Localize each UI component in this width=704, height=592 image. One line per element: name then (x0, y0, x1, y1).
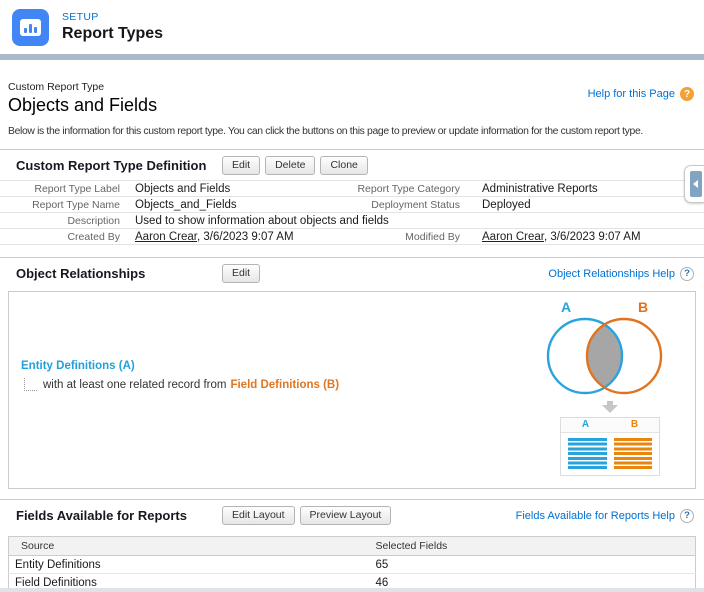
tree-connector-icon (24, 378, 37, 391)
joined-table-icon: A B (560, 417, 660, 476)
report-types-setup-page: SETUP Report Types Custom Report Type Ob… (0, 0, 704, 592)
mini-table-rows-b (614, 438, 653, 469)
collapse-sidebar-tab[interactable] (684, 165, 704, 203)
footer-strip (0, 588, 704, 592)
report-type-name-value: Objects_and_Fields (128, 199, 334, 211)
deployment-status-label: Deployment Status (334, 199, 468, 211)
down-arrow-icon (602, 401, 618, 413)
created-by-user-link[interactable]: Aaron Crear (135, 231, 197, 243)
column-header-source: Source (9, 537, 364, 556)
object-relationships-help-link[interactable]: Object Relationships Help (548, 268, 675, 280)
report-types-icon (12, 9, 49, 46)
detail-row-label: Report Type Label Objects and Fields Rep… (0, 181, 704, 197)
modified-by-label: Modified By (334, 231, 468, 243)
question-icon[interactable]: ? (680, 267, 694, 281)
relation-text: with at least one related record from (43, 379, 226, 391)
edit-layout-button[interactable]: Edit Layout (222, 506, 295, 525)
report-type-label-value: Objects and Fields (128, 183, 334, 195)
help-question-icon[interactable]: ? (680, 87, 694, 101)
selected-fields-cell: 65 (364, 556, 696, 574)
description-label: Description (0, 215, 128, 227)
app-header: SETUP Report Types (0, 0, 704, 54)
report-type-category-value: Administrative Reports (468, 183, 704, 195)
page-head: Custom Report Type Objects and Fields He… (0, 60, 704, 116)
modified-by-date: , 3/6/2023 9:07 AM (544, 231, 641, 243)
venn-illustration: A B A B (535, 294, 685, 476)
definition-section: Custom Report Type Definition Edit Delet… (0, 149, 704, 245)
intro-text: Below is the information for this custom… (0, 126, 704, 137)
delete-button[interactable]: Delete (265, 156, 315, 175)
mini-table-label-a: A (561, 418, 610, 432)
modified-by-value: Aaron Crear, 3/6/2023 9:07 AM (468, 231, 704, 243)
object-relationships-title: Object Relationships (16, 266, 222, 281)
created-by-label: Created By (0, 231, 128, 243)
venn-label-b: B (638, 299, 648, 315)
mini-table-rows-a (568, 438, 607, 469)
created-by-date: , 3/6/2023 9:07 AM (197, 231, 294, 243)
detail-row-description: Description Used to show information abo… (0, 213, 704, 229)
fields-available-help-link[interactable]: Fields Available for Reports Help (516, 510, 675, 522)
report-type-label-label: Report Type Label (0, 183, 128, 195)
setup-eyebrow: SETUP (62, 11, 163, 23)
relationships-edit-button[interactable]: Edit (222, 264, 260, 283)
clone-button[interactable]: Clone (320, 156, 367, 175)
fields-available-title: Fields Available for Reports (16, 508, 222, 523)
object-relationships-section: Object Relationships Edit Object Relatio… (0, 257, 704, 489)
page-help-link[interactable]: Help for this Page (588, 88, 675, 100)
breadcrumb: Custom Report Type (8, 81, 157, 93)
table-row: Entity Definitions 65 (9, 556, 696, 574)
question-icon[interactable]: ? (680, 509, 694, 523)
relationships-canvas: Entity Definitions (A) with at least one… (8, 291, 696, 489)
detail-row-audit: Created By Aaron Crear, 3/6/2023 9:07 AM… (0, 229, 704, 245)
relation-line: with at least one related record from Fi… (24, 378, 339, 391)
venn-diagram-icon: A B (535, 294, 685, 399)
primary-object-link[interactable]: Entity Definitions (A) (21, 360, 135, 372)
collapse-left-arrow-icon (690, 171, 702, 197)
report-type-category-label: Report Type Category (334, 183, 468, 195)
bar-chart-icon (20, 19, 41, 36)
mini-table-label-b: B (610, 418, 659, 432)
fields-table-header-row: Source Selected Fields (9, 537, 696, 556)
column-header-selected-fields: Selected Fields (364, 537, 696, 556)
created-by-value: Aaron Crear, 3/6/2023 9:07 AM (128, 231, 334, 243)
edit-button[interactable]: Edit (222, 156, 260, 175)
report-type-name-label: Report Type Name (0, 199, 128, 211)
modified-by-user-link[interactable]: Aaron Crear (482, 231, 544, 243)
definition-section-title: Custom Report Type Definition (16, 158, 222, 173)
related-object-link[interactable]: Field Definitions (B) (230, 379, 339, 391)
deployment-status-value: Deployed (468, 199, 704, 211)
app-title: Report Types (62, 25, 163, 43)
fields-table: Source Selected Fields Entity Definition… (8, 536, 696, 592)
description-value: Used to show information about objects a… (128, 215, 704, 227)
source-cell: Entity Definitions (9, 556, 364, 574)
fields-available-section: Fields Available for Reports Edit Layout… (0, 499, 704, 592)
preview-layout-button[interactable]: Preview Layout (300, 506, 392, 525)
detail-row-name: Report Type Name Objects_and_Fields Depl… (0, 197, 704, 213)
page-title: Objects and Fields (8, 95, 157, 116)
venn-label-a: A (561, 299, 571, 315)
definition-detail-grid: Report Type Label Objects and Fields Rep… (0, 180, 704, 245)
